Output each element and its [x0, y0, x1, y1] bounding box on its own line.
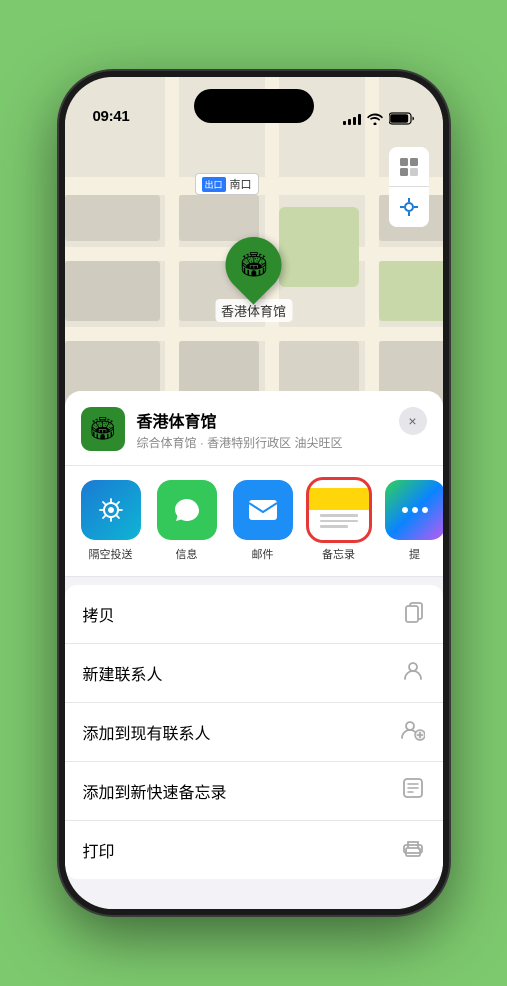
- add-contact-icon: [399, 717, 425, 747]
- action-copy-label: 拷贝: [83, 602, 115, 626]
- action-new-contact[interactable]: 新建联系人: [65, 644, 443, 703]
- messages-label: 信息: [176, 546, 198, 562]
- share-item-notes[interactable]: 备忘录: [305, 480, 373, 562]
- mail-icon: [233, 480, 293, 540]
- place-header: 🏟 香港体育馆 综合体育馆 · 香港特别行政区 油尖旺区 ×: [65, 391, 443, 466]
- status-icons: [343, 112, 415, 125]
- share-item-more[interactable]: 提: [381, 480, 443, 562]
- share-row: 隔空投送 信息: [65, 466, 443, 577]
- share-item-airdrop[interactable]: 隔空投送: [77, 480, 145, 562]
- more-icon: [385, 480, 443, 540]
- mail-label: 邮件: [252, 546, 274, 562]
- airdrop-label: 隔空投送: [89, 546, 133, 562]
- action-print[interactable]: 打印: [65, 821, 443, 879]
- action-add-to-contact-label: 添加到现有联系人: [83, 720, 211, 744]
- map-type-button[interactable]: [389, 147, 429, 187]
- print-icon: [401, 835, 425, 865]
- map-controls: [389, 147, 429, 227]
- place-icon: 🏟: [81, 407, 125, 451]
- action-quick-note-label: 添加到新快速备忘录: [83, 779, 227, 803]
- place-info: 香港体育馆 综合体育馆 · 香港特别行政区 油尖旺区: [137, 408, 427, 451]
- dynamic-island: [194, 89, 314, 123]
- notes-icon: [309, 480, 369, 540]
- action-add-to-contact[interactable]: 添加到现有联系人: [65, 703, 443, 762]
- map-label: 出口 南口: [195, 173, 259, 195]
- action-copy[interactable]: 拷贝: [65, 585, 443, 644]
- share-item-messages[interactable]: 信息: [153, 480, 221, 562]
- action-quick-note[interactable]: 添加到新快速备忘录: [65, 762, 443, 821]
- battery-icon: [389, 112, 415, 125]
- place-name: 香港体育馆: [137, 408, 427, 432]
- airdrop-icon: [81, 480, 141, 540]
- copy-icon: [403, 599, 425, 629]
- phone-screen: 09:41: [65, 77, 443, 909]
- action-new-contact-label: 新建联系人: [83, 661, 163, 685]
- quick-note-icon: [401, 776, 425, 806]
- location-button[interactable]: [389, 187, 429, 227]
- more-label: 提: [409, 546, 420, 562]
- status-time: 09:41: [93, 108, 130, 125]
- action-list: 拷贝 新建联系人: [65, 585, 443, 879]
- phone-frame: 09:41: [59, 71, 449, 915]
- map-label-badge: 出口: [202, 177, 226, 192]
- notes-label: 备忘录: [322, 546, 355, 562]
- map-label-text: 南口: [230, 176, 252, 192]
- new-contact-icon: [401, 658, 425, 688]
- pin-circle: 🏟: [214, 225, 293, 304]
- place-subtitle: 综合体育馆 · 香港特别行政区 油尖旺区: [137, 434, 427, 451]
- signal-bars-icon: [343, 113, 361, 125]
- bottom-sheet: 🏟 香港体育馆 综合体育馆 · 香港特别行政区 油尖旺区 ×: [65, 391, 443, 909]
- wifi-icon: [367, 113, 383, 125]
- pin-emoji: 🏟: [238, 251, 268, 280]
- messages-icon: [157, 480, 217, 540]
- close-button[interactable]: ×: [399, 407, 427, 435]
- share-item-mail[interactable]: 邮件: [229, 480, 297, 562]
- location-pin: 🏟 香港体育馆: [215, 237, 292, 322]
- action-print-label: 打印: [83, 838, 115, 862]
